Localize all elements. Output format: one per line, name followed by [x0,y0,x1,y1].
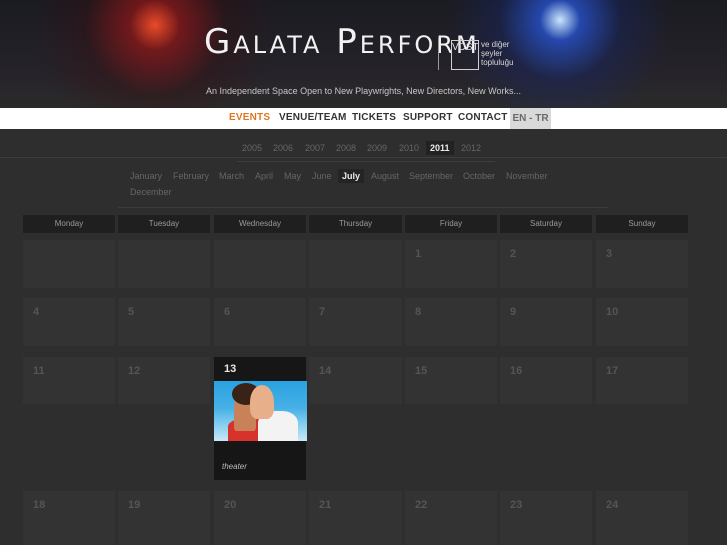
weekday-thursday: Thursday [309,215,402,233]
day-number: 16 [510,365,523,377]
calendar-day [309,240,402,288]
calendar-day: 19 [118,491,210,545]
month-divider [118,207,608,208]
day-number: 23 [510,499,523,511]
nav-support[interactable]: SUPPORT [403,112,453,123]
day-number: 18 [33,499,46,511]
year-selector: 2005 2006 2007 2008 2009 2010 2011 2012 [0,141,727,157]
day-number: 1 [415,248,422,260]
year-2008[interactable]: 2008 [336,143,356,153]
year-underline [237,161,495,162]
calendar-day [118,240,210,288]
month-december[interactable]: December [130,187,172,197]
calendar-day: 4 [23,298,115,346]
day-number: 4 [33,306,40,318]
thumbnail-figure-head [250,385,274,419]
day-number: 9 [510,306,517,318]
language-switch[interactable]: EN - TR [510,108,551,129]
partner-logo[interactable]: VDST [451,40,479,70]
month-february[interactable]: February [173,171,209,181]
day-number: 21 [319,499,332,511]
month-november[interactable]: November [506,171,548,181]
calendar-day: 9 [500,298,592,346]
day-number: 8 [415,306,422,318]
calendar-day: 20 [214,491,306,545]
calendar-day: 12 [118,357,210,404]
day-number: 7 [319,306,326,318]
year-divider [0,157,727,158]
day-number: 19 [128,499,141,511]
day-number: 20 [224,499,237,511]
calendar-day [214,240,306,288]
month-october[interactable]: October [463,171,495,181]
calendar-day: 1 [405,240,497,288]
day-number: 11 [33,365,45,377]
calendar-day: 5 [118,298,210,346]
year-2006[interactable]: 2006 [273,143,293,153]
day-number: 10 [606,306,619,318]
calendar-day: 14 [309,357,402,404]
month-july[interactable]: July [338,169,365,183]
main-nav: EVENTS VENUE/TEAM TICKETS SUPPORT CONTAC… [0,108,727,129]
weekday-monday: Monday [23,215,115,233]
year-2011[interactable]: 2011 [426,141,454,155]
weekday-wednesday: Wednesday [214,215,306,233]
event-category[interactable]: theater [222,462,247,471]
year-2005[interactable]: 2005 [242,143,262,153]
header-banner: Galata Perform VDST ve diğer şeyler topl… [0,0,727,108]
month-august[interactable]: August [371,171,399,181]
event-thumbnail[interactable] [214,381,307,441]
year-2009[interactable]: 2009 [367,143,387,153]
year-2007[interactable]: 2007 [305,143,325,153]
calendar-day: 15 [405,357,497,404]
calendar-day [23,240,115,288]
month-march[interactable]: March [219,171,244,181]
month-april[interactable]: April [255,171,273,181]
day-number: 24 [606,499,619,511]
calendar-day: 21 [309,491,402,545]
day-number: 22 [415,499,428,511]
year-2012[interactable]: 2012 [461,143,481,153]
month-september[interactable]: September [409,171,453,181]
month-may[interactable]: May [284,171,301,181]
calendar-day: 2 [500,240,592,288]
day-number: 15 [415,365,428,377]
day-number: 6 [224,306,231,318]
nav-events[interactable]: EVENTS [229,112,270,123]
day-number: 14 [319,365,332,377]
weekday-sunday: Sunday [596,215,688,233]
nav-tickets[interactable]: TICKETS [352,112,396,123]
logo-divider [438,38,439,70]
calendar-day: 10 [596,298,688,346]
nav-contact[interactable]: CONTACT [458,112,508,123]
day-number: 12 [128,365,141,377]
calendar-day: 11 [23,357,115,404]
calendar-day: 24 [596,491,688,545]
weekday-saturday: Saturday [500,215,592,233]
month-january[interactable]: January [130,171,162,181]
calendar-day: 18 [23,491,115,545]
month-june[interactable]: June [312,171,332,181]
day-number: 17 [606,365,619,377]
partner-text: ve diğer şeyler topluluğu [481,40,514,67]
weekday-tuesday: Tuesday [118,215,210,233]
nav-venue-team[interactable]: VENUE/TEAM [279,112,347,123]
day-number: 2 [510,248,517,260]
calendar-day: 23 [500,491,592,545]
weekday-friday: Friday [405,215,497,233]
event-day-cell[interactable]: 13 theater [214,357,307,480]
year-2010[interactable]: 2010 [399,143,419,153]
calendar-day: 7 [309,298,402,346]
calendar-day: 8 [405,298,497,346]
calendar-day: 6 [214,298,306,346]
day-number: 3 [606,248,613,260]
calendar-day: 16 [500,357,592,404]
calendar-day: 3 [596,240,688,288]
calendar-day: 17 [596,357,688,404]
calendar-day: 22 [405,491,497,545]
tagline: An Independent Space Open to New Playwri… [206,86,521,96]
day-number: 13 [224,363,237,375]
day-number: 5 [128,306,135,318]
